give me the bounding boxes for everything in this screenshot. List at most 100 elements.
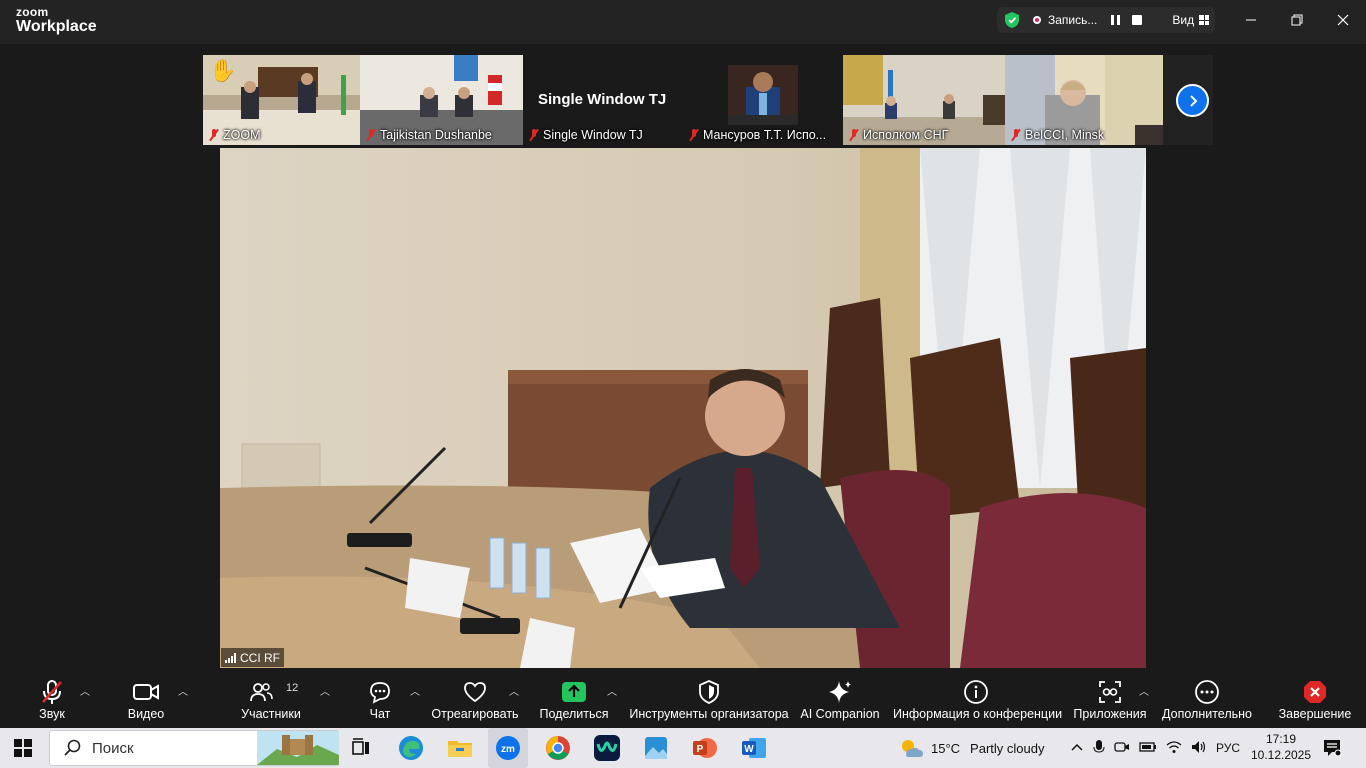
audio-label: Звук: [39, 707, 65, 721]
active-speaker-name: CCI RF: [240, 650, 280, 665]
react-options-chevron-icon[interactable]: ︿: [509, 683, 519, 698]
apps-options-chevron-icon[interactable]: ︿: [1139, 683, 1149, 698]
participant-tile[interactable]: Single Window TJ Single Window TJ: [523, 55, 683, 145]
ai-sparkle-icon: [826, 679, 854, 705]
mic-muted-icon: [689, 129, 699, 141]
task-view-icon[interactable]: [347, 734, 375, 762]
next-page-button[interactable]: [1176, 84, 1209, 117]
pause-recording-icon[interactable]: [1111, 15, 1121, 25]
participants-count: 12: [286, 682, 299, 694]
microphone-icon[interactable]: [1093, 739, 1105, 758]
close-icon[interactable]: [1320, 0, 1366, 40]
logo-big-text: Workplace: [16, 18, 97, 35]
audio-button[interactable]: Звук: [24, 669, 80, 728]
battery-icon[interactable]: [1139, 741, 1157, 756]
host-tools-button[interactable]: Инструменты организатора: [628, 669, 790, 728]
participant-name: Tajikistan Dushanbe: [380, 128, 492, 142]
security-shield-icon[interactable]: [1004, 11, 1020, 29]
video-options-chevron-icon[interactable]: ︿: [178, 683, 188, 698]
active-speaker-video[interactable]: [220, 148, 1146, 668]
zoom-logo: zoom Workplace: [16, 6, 97, 35]
meeting-info-button[interactable]: Информация о конференции: [893, 669, 1063, 728]
notification-center-icon[interactable]: [1322, 738, 1342, 763]
svg-text:P: P: [697, 744, 704, 755]
partly-cloudy-icon: [902, 740, 923, 757]
chat-options-chevron-icon[interactable]: ︿: [410, 683, 420, 698]
logo-small-text: zoom: [16, 5, 49, 19]
react-button[interactable]: Отреагировать: [430, 669, 520, 728]
show-hidden-icons-chevron-icon[interactable]: [1070, 741, 1084, 755]
meeting-info-label: Информация о конференции: [893, 707, 1063, 721]
windows-start-icon[interactable]: [14, 739, 32, 762]
mic-muted-icon: [529, 129, 539, 141]
weather-widget[interactable]: 15°C Partly cloudy: [898, 728, 1044, 768]
camera-in-use-icon[interactable]: [1114, 740, 1130, 757]
weather-temp: 15°C: [931, 740, 961, 756]
participant-tile[interactable]: BelCCI, Minsk: [1005, 55, 1163, 145]
participants-button[interactable]: Участники: [236, 669, 306, 728]
end-meeting-label: Завершение: [1278, 707, 1352, 721]
host-tools-shield-icon: [695, 679, 723, 705]
recording-label[interactable]: Запись...: [1048, 13, 1097, 27]
volume-icon[interactable]: [1191, 740, 1207, 757]
input-language-indicator[interactable]: РУС: [1216, 741, 1240, 755]
file-explorer-icon[interactable]: [446, 734, 474, 762]
apps-label: Приложения: [1073, 707, 1147, 721]
recording-pill: Запись... Вид: [997, 7, 1215, 33]
participant-name: Мансуров Т.Т. Испо...: [703, 128, 827, 142]
weather-description: Partly cloudy: [970, 740, 1045, 756]
search-highlight-castle-icon: [257, 731, 339, 765]
restore-icon[interactable]: [1274, 0, 1320, 40]
powerpoint-icon[interactable]: P: [691, 734, 719, 762]
word-icon[interactable]: W: [740, 734, 768, 762]
host-tools-label: Инструменты организатора: [629, 707, 789, 721]
search-placeholder: Поиск: [92, 739, 134, 757]
share-options-chevron-icon[interactable]: ︿: [607, 683, 617, 698]
end-meeting-button[interactable]: Завершение: [1276, 669, 1354, 728]
participant-tile[interactable]: ✋ ZOOM: [203, 55, 360, 145]
clock[interactable]: 17:19 10.12.2025: [1250, 731, 1312, 763]
ai-companion-button[interactable]: AI Companion: [800, 669, 880, 728]
participants-options-chevron-icon[interactable]: ︿: [320, 683, 330, 698]
view-button[interactable]: Вид: [1172, 13, 1194, 27]
network-wifi-icon[interactable]: [1166, 740, 1182, 757]
webex-icon[interactable]: [593, 734, 621, 762]
share-button[interactable]: Поделиться: [538, 669, 610, 728]
participant-tile[interactable]: Исполком СНГ: [843, 55, 1005, 145]
chat-button[interactable]: Чат: [358, 669, 402, 728]
participant-tile[interactable]: Мансуров Т.Т. Испо...: [683, 55, 843, 145]
chevron-right-icon: [1189, 94, 1197, 107]
participant-strip: ✋ ZOOM Tajikistan Dushanbe Single Window…: [203, 55, 1213, 145]
chrome-browser-icon[interactable]: [544, 734, 572, 762]
more-label: Дополнительно: [1162, 707, 1252, 721]
mic-muted-icon: [366, 129, 376, 141]
apps-icon: [1096, 679, 1124, 705]
windows-taskbar: Поиск zm P W 15°C Partly cloudy РУС 17:1…: [0, 728, 1366, 768]
more-button[interactable]: Дополнительно: [1160, 669, 1254, 728]
mic-muted-icon: [1011, 129, 1021, 141]
share-screen-icon: [560, 679, 588, 705]
clock-date: 10.12.2025: [1250, 748, 1312, 762]
search-icon: [64, 739, 81, 756]
minimize-icon[interactable]: [1228, 0, 1274, 40]
mic-muted-icon: [38, 679, 66, 705]
chat-label: Чат: [369, 707, 391, 721]
video-camera-icon: [132, 679, 160, 705]
react-label: Отреагировать: [431, 707, 519, 721]
photos-icon[interactable]: [642, 734, 670, 762]
end-meeting-icon: [1301, 679, 1329, 705]
participant-tile[interactable]: Tajikistan Dushanbe: [360, 55, 523, 145]
video-button[interactable]: Видео: [118, 669, 174, 728]
apps-button[interactable]: Приложения: [1070, 669, 1150, 728]
audio-options-chevron-icon[interactable]: ︿: [80, 683, 90, 698]
share-label: Поделиться: [539, 707, 609, 721]
participant-name: Single Window TJ: [543, 128, 643, 142]
svg-text:W: W: [744, 744, 754, 755]
grid-view-icon[interactable]: [1199, 15, 1210, 25]
mic-muted-icon: [209, 129, 219, 141]
meeting-toolbar: Звук ︿ Видео ︿ Участники 12 ︿ Чат ︿ Отре…: [0, 669, 1366, 728]
zoom-taskbar-icon[interactable]: zm: [488, 728, 528, 768]
stop-recording-icon[interactable]: [1132, 15, 1143, 25]
taskbar-search-input[interactable]: Поиск: [49, 730, 339, 766]
edge-browser-icon[interactable]: [397, 734, 425, 762]
